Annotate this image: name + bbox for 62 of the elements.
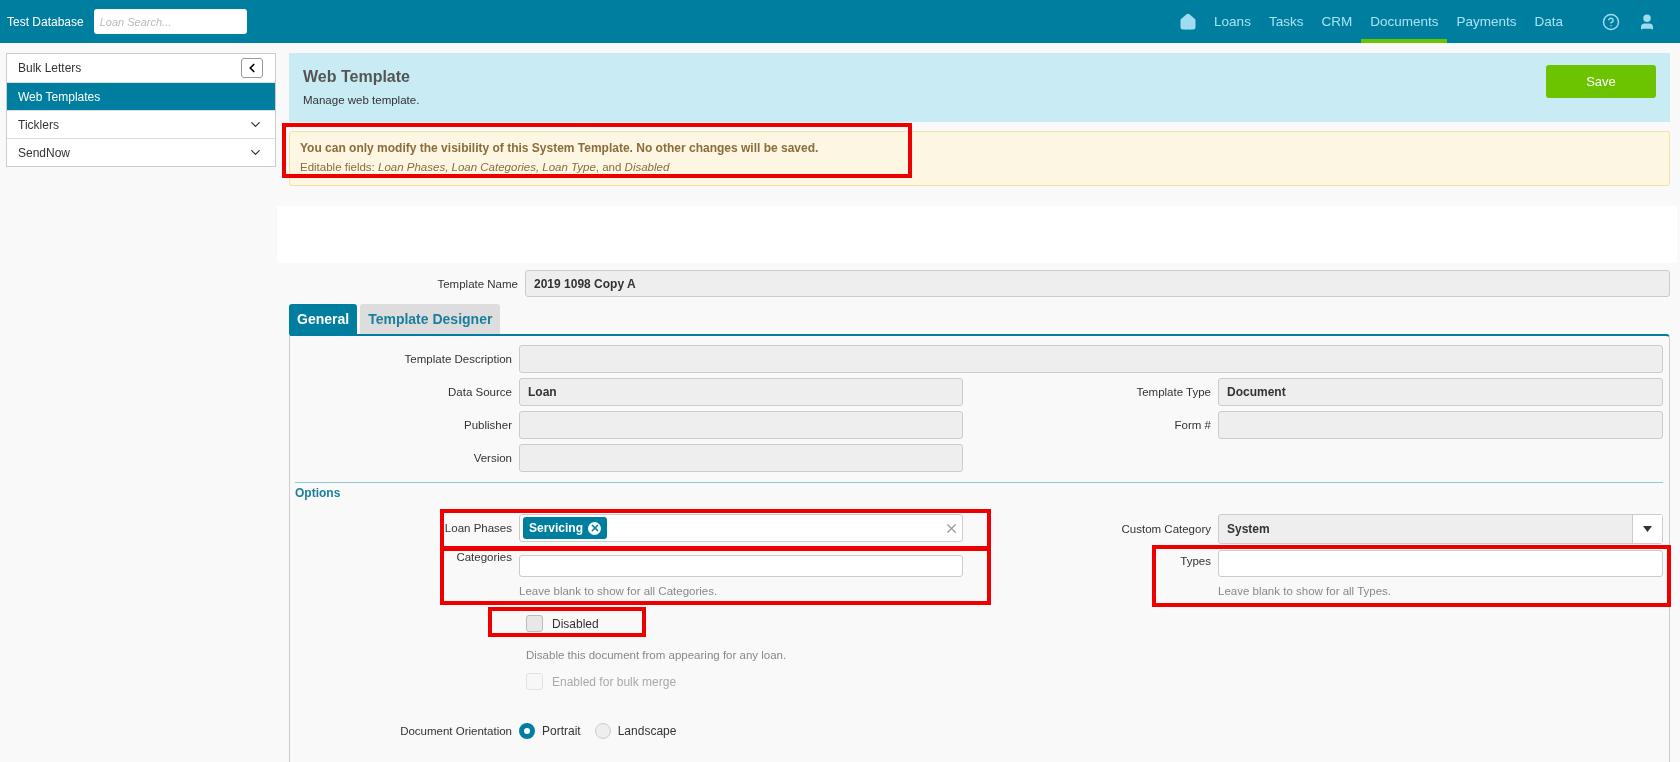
field-label: Template Type: [1136, 386, 1212, 398]
field-label: Template Description: [404, 353, 513, 365]
notice-title: You can only modify the visibility of this System Template. No other changes will be saved.: [300, 141, 820, 155]
section-title: Options: [295, 482, 1663, 500]
field-label: Custom Category: [1120, 523, 1212, 535]
checkbox-label: Enabled for bulk merge: [552, 674, 677, 689]
radio-option[interactable]: Portrait: [519, 723, 581, 739]
sidebar-item[interactable]: Web Templates: [7, 82, 275, 110]
help-text: Leave blank to show for all Types.: [1218, 585, 1393, 597]
nav-link[interactable]: Data: [1525, 0, 1572, 43]
help-text: Leave blank to show for all Categories.: [519, 585, 719, 597]
app-title: Test Database: [7, 14, 84, 29]
text-field[interactable]: Loan: [519, 378, 963, 406]
field-label: Data Source: [448, 386, 513, 398]
tab[interactable]: Template Designer: [360, 304, 501, 334]
field-label: Version: [473, 452, 513, 464]
checkbox[interactable]: Disabled: [526, 615, 599, 632]
text-field[interactable]: [519, 411, 963, 439]
field-label: Loan Phases: [443, 521, 513, 534]
nav-link[interactable]: Payments: [1447, 0, 1526, 43]
search-field[interactable]: Loan Search...: [93, 9, 247, 34]
field-value: System: [1227, 522, 1270, 536]
nav-link[interactable]: Loans: [1205, 0, 1260, 43]
sidebar-label: Web Templates: [18, 89, 101, 104]
checkbox-label: Disabled: [552, 616, 599, 631]
tag-select[interactable]: Servicing: [519, 514, 963, 542]
nav-link[interactable]: CRM: [1312, 0, 1362, 43]
sidebar-label: Bulk Letters: [18, 61, 82, 75]
field-label: Types: [1179, 554, 1212, 567]
field-label: Document Orientation: [399, 725, 513, 737]
tag[interactable]: Servicing: [523, 517, 608, 539]
remove-icon: [588, 521, 602, 535]
help-icon[interactable]: [1602, 12, 1620, 31]
text-field[interactable]: [519, 555, 963, 577]
tab[interactable]: General: [289, 304, 358, 334]
dropdown[interactable]: System: [1218, 514, 1663, 544]
field-value: 2019 1098 Copy A: [534, 276, 636, 291]
nav-link[interactable]: Documents: [1361, 0, 1448, 43]
text-field[interactable]: [1218, 550, 1663, 577]
field-label: Form #: [1174, 419, 1212, 431]
field-value: Document: [1227, 385, 1286, 399]
user-icon[interactable]: [1638, 12, 1656, 31]
text-field[interactable]: [519, 444, 963, 472]
page-subtitle: Manage web template.: [303, 94, 420, 106]
text-field[interactable]: [1218, 411, 1663, 439]
sidebar-label: SendNow: [18, 145, 71, 160]
field-value: Loan: [528, 385, 557, 399]
page-title: Web Template: [303, 68, 411, 86]
field-label: Template Name: [436, 277, 519, 290]
notice-text: Editable fields: Loan Phases, Loan Categories, Loan Type, and Disabled: [300, 161, 670, 173]
help-text: Disable this document from appearing for any loan.: [526, 649, 787, 661]
text-field[interactable]: [519, 345, 1663, 373]
text-field[interactable]: 2019 1098 Copy A: [525, 270, 1670, 297]
field-label: Publisher: [464, 419, 513, 431]
text-field[interactable]: Document: [1218, 378, 1663, 406]
radio-option[interactable]: Landscape: [594, 723, 677, 739]
field-label: Categories: [455, 551, 513, 563]
checkbox-box[interactable]: [526, 615, 543, 632]
caret-icon: [1643, 526, 1652, 532]
nav-link[interactable]: Tasks: [1259, 0, 1313, 43]
sidebar-label: Ticklers: [18, 117, 59, 132]
collapse-button[interactable]: [241, 58, 263, 78]
